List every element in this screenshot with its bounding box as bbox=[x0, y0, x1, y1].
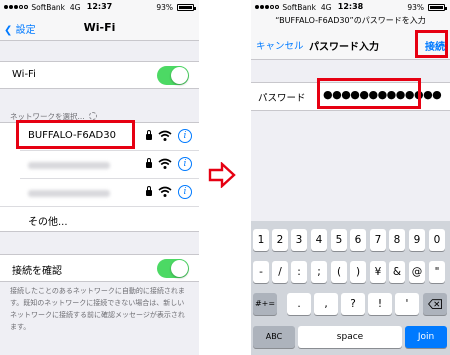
delete-key[interactable] bbox=[423, 293, 447, 315]
key-1[interactable]: 1 bbox=[253, 229, 269, 251]
ask-join-toggle[interactable] bbox=[157, 259, 189, 278]
key-colon[interactable]: : bbox=[291, 261, 307, 283]
key-comma[interactable]: , bbox=[314, 293, 338, 315]
keyboard: 1 2 3 4 5 6 7 8 9 0 - / : ; ( ) ¥ & @ " … bbox=[251, 221, 450, 355]
delete-icon bbox=[428, 298, 442, 309]
cancel-button[interactable]: キャンセル bbox=[256, 38, 304, 52]
lock-icon bbox=[146, 186, 152, 196]
password-entry-screen: SoftBank 4G 12:38 93% “BUFFALO-F6AD30”のパ… bbox=[251, 0, 450, 355]
join-key[interactable]: Join bbox=[405, 326, 447, 348]
key-yen[interactable]: ¥ bbox=[370, 261, 386, 283]
space-key[interactable]: space bbox=[298, 326, 402, 348]
info-icon[interactable]: i bbox=[178, 157, 192, 171]
wifi-signal-icon bbox=[158, 158, 172, 169]
key-8[interactable]: 8 bbox=[389, 229, 405, 251]
battery-icon bbox=[428, 4, 447, 11]
page-title: Wi-Fi bbox=[83, 21, 116, 34]
other-label: その他... bbox=[28, 217, 68, 228]
password-prompt: “BUFFALO-F6AD30”のパスワードを入力 bbox=[275, 16, 426, 25]
key-paren-close[interactable]: ) bbox=[350, 261, 366, 283]
battery-percent: 93% bbox=[407, 3, 424, 12]
key-ampersand[interactable]: & bbox=[389, 261, 405, 283]
key-hyphen[interactable]: - bbox=[253, 261, 269, 283]
lock-icon bbox=[146, 158, 152, 168]
arrow-right-icon bbox=[208, 162, 236, 188]
info-icon[interactable]: i bbox=[178, 185, 192, 199]
wifi-settings-screen: SoftBank 4G 12:37 93% ❮ 設定 Wi-Fi Wi-Fi ネ… bbox=[0, 0, 199, 355]
ask-join-description: 接続したことのあるネットワークに自動的に接続されます。既知のネットワークに接続で… bbox=[10, 287, 185, 331]
wifi-signal-icon bbox=[158, 130, 172, 141]
key-exclamation[interactable]: ! bbox=[368, 293, 392, 315]
battery-percent: 93% bbox=[156, 3, 173, 12]
key-paren-open[interactable]: ( bbox=[331, 261, 347, 283]
key-quote[interactable]: " bbox=[429, 261, 445, 283]
highlight-box bbox=[415, 30, 448, 58]
key-apostrophe[interactable]: ' bbox=[395, 293, 419, 315]
key-2[interactable]: 2 bbox=[272, 229, 288, 251]
key-5[interactable]: 5 bbox=[331, 229, 347, 251]
blurred-network-name bbox=[28, 162, 110, 169]
wifi-toggle[interactable] bbox=[157, 66, 189, 85]
key-6[interactable]: 6 bbox=[350, 229, 366, 251]
key-period[interactable]: . bbox=[287, 293, 311, 315]
other-network-row[interactable]: その他... bbox=[0, 206, 199, 232]
key-7[interactable]: 7 bbox=[370, 229, 386, 251]
key-0[interactable]: 0 bbox=[429, 229, 445, 251]
abc-key[interactable]: ABC bbox=[253, 326, 295, 348]
lock-icon bbox=[146, 130, 152, 140]
wifi-toggle-cell: Wi-Fi bbox=[0, 61, 199, 89]
ask-join-label: 接続を確認 bbox=[12, 266, 62, 277]
highlight-box bbox=[317, 78, 421, 109]
highlight-box bbox=[16, 120, 135, 149]
status-bar: SoftBank 4G 12:37 93% bbox=[0, 0, 199, 15]
password-label: パスワード bbox=[258, 93, 306, 104]
nav-bar: ❮ 設定 Wi-Fi bbox=[0, 15, 199, 41]
key-question[interactable]: ? bbox=[341, 293, 365, 315]
network-row[interactable]: i bbox=[20, 151, 199, 179]
wifi-label: Wi-Fi bbox=[12, 69, 36, 80]
status-bar: SoftBank 4G 12:38 93% bbox=[251, 0, 450, 15]
key-at[interactable]: @ bbox=[409, 261, 425, 283]
symbols-key[interactable]: #+= bbox=[253, 293, 277, 315]
blurred-network-name bbox=[28, 190, 110, 197]
wifi-signal-icon bbox=[158, 186, 172, 197]
key-4[interactable]: 4 bbox=[311, 229, 327, 251]
info-icon[interactable]: i bbox=[178, 129, 192, 143]
key-slash[interactable]: / bbox=[272, 261, 288, 283]
key-semicolon[interactable]: ; bbox=[311, 261, 327, 283]
ask-join-cell: 接続を確認 bbox=[0, 254, 199, 282]
spinner-icon bbox=[88, 112, 97, 120]
battery-icon bbox=[177, 4, 196, 11]
key-3[interactable]: 3 bbox=[291, 229, 307, 251]
key-9[interactable]: 9 bbox=[409, 229, 425, 251]
page-title: パスワード入力 bbox=[309, 42, 379, 53]
network-row[interactable]: i bbox=[20, 179, 199, 207]
